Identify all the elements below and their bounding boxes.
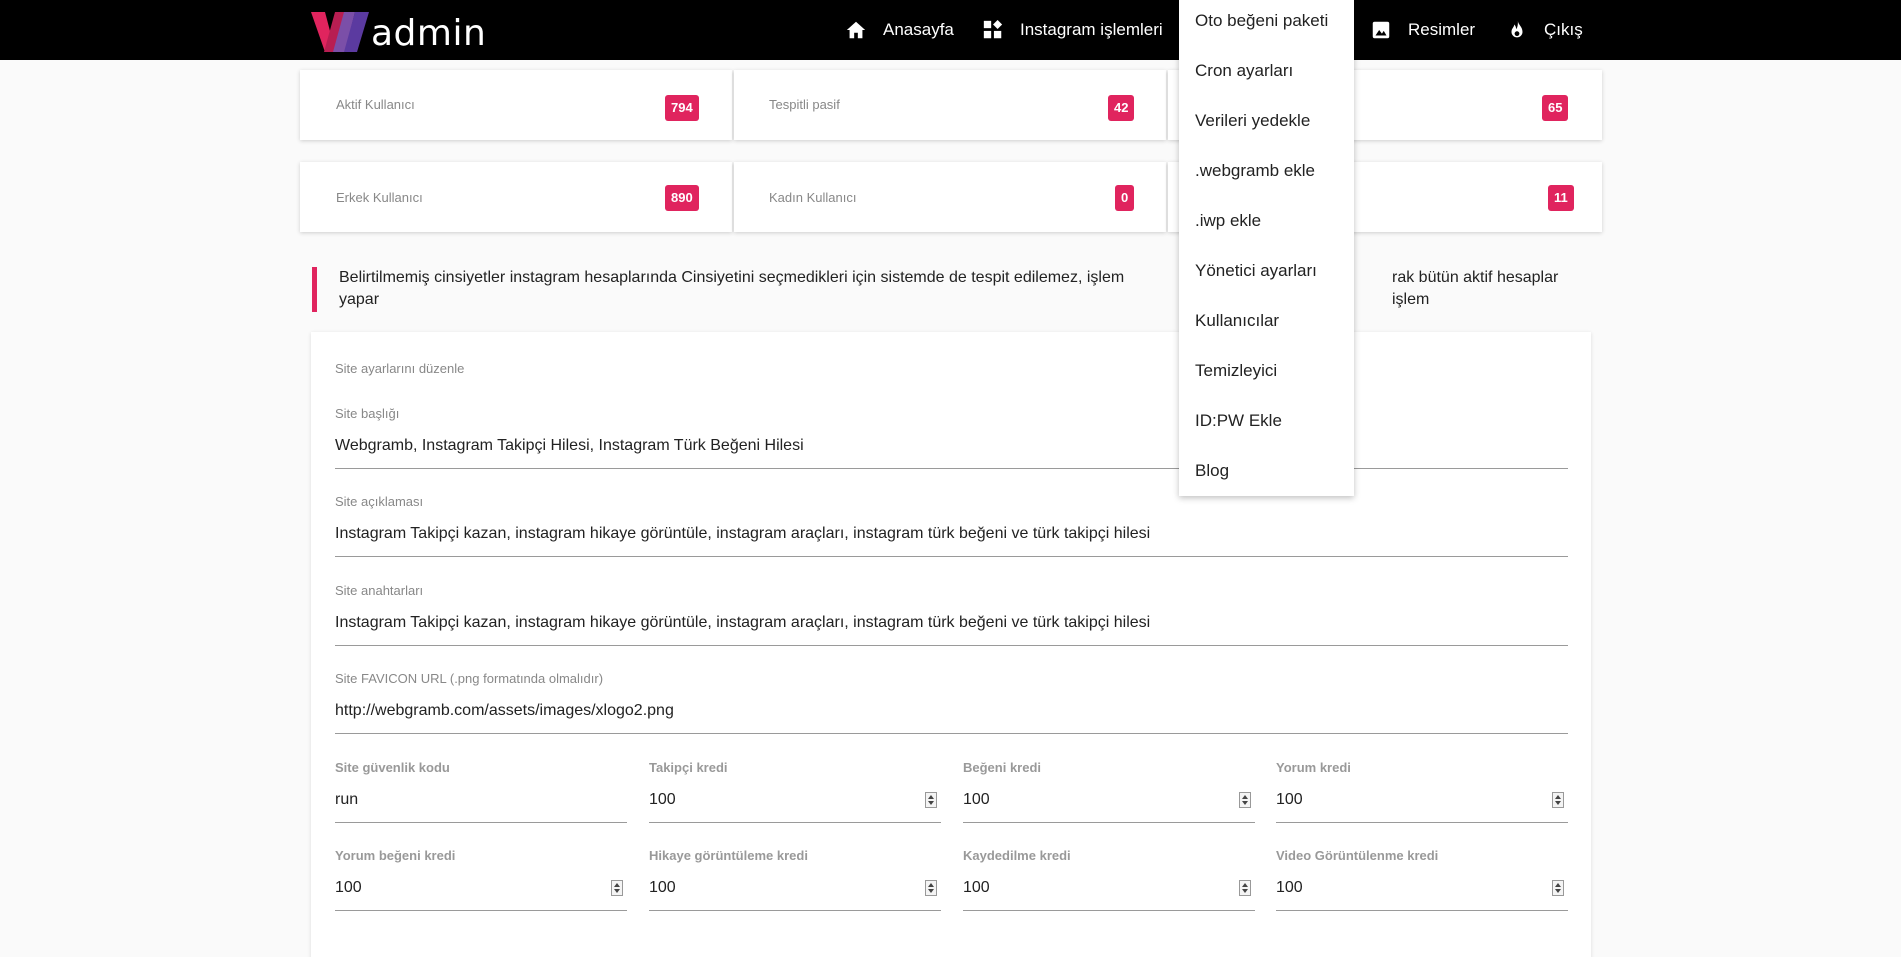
story-view-credit-underline bbox=[649, 910, 941, 911]
nav-logout-label: Çıkış bbox=[1544, 20, 1583, 39]
home-icon bbox=[846, 21, 866, 39]
notice-line1: Belirtilmemiş cinsiyetler instagram hesa… bbox=[339, 269, 1125, 286]
menu-item-add-id-pw[interactable]: ID:PW Ekle bbox=[1195, 411, 1282, 431]
menu-item-auto-like-package[interactable]: Oto beğeni paketi bbox=[1195, 11, 1328, 31]
site-keywords-label: Site anahtarları bbox=[335, 583, 424, 598]
video-view-credit-input[interactable]: 100 bbox=[1276, 879, 1303, 897]
stat-badge: 65 bbox=[1542, 95, 1569, 121]
site-title-underline bbox=[335, 468, 1568, 469]
video-view-credit-label: Video Görüntülenme kredi bbox=[1276, 848, 1439, 863]
menu-item-cleaner[interactable]: Temizleyici bbox=[1195, 361, 1277, 381]
nav-instagram[interactable]: Instagram işlemleri bbox=[982, 0, 1163, 60]
nav-images[interactable]: Resimler bbox=[1370, 0, 1475, 60]
story-view-credit-input[interactable]: 100 bbox=[649, 879, 676, 897]
stat-badge: 11 bbox=[1548, 185, 1574, 211]
menu-item-admin-settings[interactable]: Yönetici ayarları bbox=[1195, 261, 1317, 281]
menu-item-blog[interactable]: Blog bbox=[1195, 461, 1229, 481]
menu-item-users[interactable]: Kullanıcılar bbox=[1195, 311, 1279, 331]
like-credit-label: Beğeni kredi bbox=[963, 760, 1042, 775]
like-credit-input[interactable]: 100 bbox=[963, 791, 990, 809]
stat-label: Tespitli pasif bbox=[769, 97, 840, 112]
comment-credit-underline bbox=[1276, 822, 1568, 823]
widgets-icon bbox=[983, 19, 1003, 39]
w-logo-icon bbox=[311, 12, 369, 52]
notice-line2: yapar bbox=[339, 291, 380, 308]
site-keywords-underline bbox=[335, 645, 1568, 646]
image-icon bbox=[1372, 21, 1390, 39]
site-title-label: Site başlığı bbox=[335, 406, 400, 421]
site-title-input[interactable]: Webgramb, Instagram Takipçi Hilesi, Inst… bbox=[335, 437, 804, 455]
site-favicon-input[interactable]: http://webgramb.com/assets/images/xlogo2… bbox=[335, 702, 674, 720]
notice-accent-bar bbox=[312, 267, 317, 312]
nav-images-label: Resimler bbox=[1408, 20, 1476, 39]
stat-badge: 794 bbox=[665, 95, 699, 121]
video-view-credit-spinner[interactable] bbox=[1552, 880, 1564, 896]
stat-badge: 42 bbox=[1108, 95, 1135, 121]
logo-text: admin bbox=[371, 13, 487, 54]
follower-credit-input[interactable]: 100 bbox=[649, 791, 676, 809]
nav-home-label: Anasayfa bbox=[883, 20, 954, 39]
stat-label: Erkek Kullanıcı bbox=[336, 190, 423, 205]
menu-item-cron-settings[interactable]: Cron ayarları bbox=[1195, 61, 1293, 81]
story-view-credit-spinner[interactable] bbox=[925, 880, 937, 896]
stat-card-detected-passive: Tespitli pasif 42 bbox=[734, 70, 1166, 140]
notice-line1-right: rak bütün aktif hesaplar işlem bbox=[1392, 269, 1559, 308]
site-favicon-underline bbox=[335, 733, 1568, 734]
nav-logout[interactable]: Çıkış bbox=[1506, 0, 1583, 60]
comment-like-credit-spinner[interactable] bbox=[611, 880, 623, 896]
stat-badge: 0 bbox=[1115, 185, 1135, 211]
stat-card-active-users: Aktif Kullanıcı 794 bbox=[300, 70, 732, 140]
site-description-input[interactable]: Instagram Takipçi kazan, instagram hikay… bbox=[335, 525, 1150, 543]
save-credit-underline bbox=[963, 910, 1255, 911]
comment-like-credit-label: Yorum beğeni kredi bbox=[335, 848, 456, 863]
save-credit-spinner[interactable] bbox=[1239, 880, 1251, 896]
security-code-input[interactable]: run bbox=[335, 791, 358, 809]
security-code-label: Site güvenlik kodu bbox=[335, 760, 450, 775]
save-credit-input[interactable]: 100 bbox=[963, 879, 990, 897]
admin-dropdown-menu: Oto beğeni paketi Cron ayarları Verileri… bbox=[1179, 0, 1354, 496]
site-description-underline bbox=[335, 556, 1568, 557]
menu-item-add-iwp[interactable]: .iwp ekle bbox=[1195, 211, 1261, 231]
stat-card-female-users: Kadın Kullanıcı 0 bbox=[734, 162, 1166, 232]
like-credit-spinner[interactable] bbox=[1239, 792, 1251, 808]
security-code-underline bbox=[335, 822, 627, 823]
save-credit-label: Kaydedilme kredi bbox=[963, 848, 1071, 863]
stat-badge: 890 bbox=[665, 185, 699, 211]
comment-like-credit-input[interactable]: 100 bbox=[335, 879, 362, 897]
site-description-label: Site açıklaması bbox=[335, 494, 424, 509]
stat-card-male-users: Erkek Kullanıcı 890 bbox=[300, 162, 732, 232]
story-view-credit-label: Hikaye görüntüleme kredi bbox=[649, 848, 808, 863]
follower-credit-underline bbox=[649, 822, 941, 823]
panel-title: Site ayarlarını düzenle bbox=[335, 361, 465, 376]
video-view-credit-underline bbox=[1276, 910, 1568, 911]
follower-credit-label: Takipçi kredi bbox=[649, 760, 728, 775]
nav-instagram-label: Instagram işlemleri bbox=[1020, 20, 1163, 39]
brand-logo[interactable]: admin bbox=[311, 8, 486, 54]
site-keywords-input[interactable]: Instagram Takipçi kazan, instagram hikay… bbox=[335, 614, 1150, 632]
stat-label: Kadın Kullanıcı bbox=[769, 190, 857, 205]
site-favicon-label: Site FAVICON URL (.png formatında olmalı… bbox=[335, 671, 604, 686]
menu-item-add-webgramb[interactable]: .webgramb ekle bbox=[1195, 161, 1315, 181]
stat-label: Aktif Kullanıcı bbox=[336, 97, 415, 112]
fire-icon bbox=[1511, 20, 1523, 38]
top-navbar: admin Anasayfa Instagram işlemleri Resim… bbox=[0, 0, 1901, 60]
comment-credit-label: Yorum kredi bbox=[1276, 760, 1351, 775]
comment-like-credit-underline bbox=[335, 910, 627, 911]
follower-credit-spinner[interactable] bbox=[925, 792, 937, 808]
like-credit-underline bbox=[963, 822, 1255, 823]
comment-credit-input[interactable]: 100 bbox=[1276, 791, 1303, 809]
nav-home[interactable]: Anasayfa bbox=[845, 0, 954, 60]
notice-text: Belirtilmemiş cinsiyetler instagram hesa… bbox=[339, 267, 1584, 311]
comment-credit-spinner[interactable] bbox=[1552, 792, 1564, 808]
menu-item-backup-data[interactable]: Verileri yedekle bbox=[1195, 111, 1310, 131]
